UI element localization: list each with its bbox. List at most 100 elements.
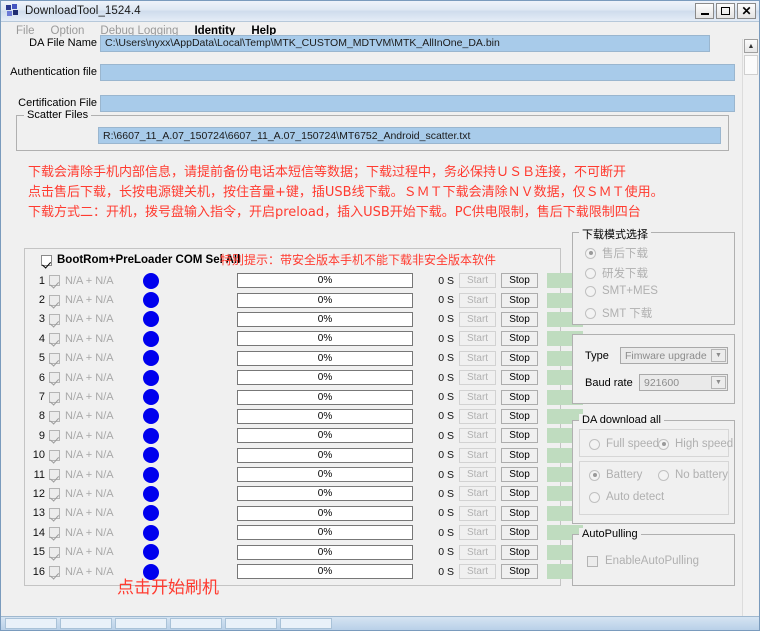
device-port-label: N/A + N/A xyxy=(65,468,114,481)
battery-radio-battery[interactable]: Battery xyxy=(589,469,642,481)
device-row-checkbox[interactable] xyxy=(49,313,60,325)
vertical-scrollbar[interactable]: ▲ xyxy=(742,39,758,619)
device-row-checkbox[interactable] xyxy=(49,391,60,403)
mode-radio-smt[interactable]: SMT 下载 xyxy=(585,305,652,321)
type-select[interactable]: Fimware upgrade ▼ xyxy=(620,347,728,364)
device-elapsed-time: 0 S xyxy=(438,565,454,578)
device-start-button[interactable]: Start xyxy=(459,486,496,502)
speed-radio-high[interactable]: High speed xyxy=(658,438,733,450)
device-stop-button[interactable]: Stop xyxy=(501,505,538,521)
device-list-panel: BootRom+PreLoader COM Sel All 特别提示：带安全版本… xyxy=(24,248,583,598)
mode-radio-rnd[interactable]: 研发下载 xyxy=(585,265,648,281)
device-row-checkbox[interactable] xyxy=(49,546,60,558)
cert-file-input[interactable] xyxy=(100,94,735,112)
device-row: 15 N/A + N/A 0% 0 S Start Stop xyxy=(25,542,583,561)
taskbar-item[interactable] xyxy=(170,618,222,629)
taskbar-item[interactable] xyxy=(60,618,112,629)
device-stop-button[interactable]: Stop xyxy=(501,331,538,347)
device-row-checkbox[interactable] xyxy=(49,488,60,500)
download-mode-legend: 下载模式选择 xyxy=(579,226,651,242)
battery-radio-auto-detect[interactable]: Auto detect xyxy=(589,491,664,503)
device-stop-button[interactable]: Stop xyxy=(501,311,538,327)
device-start-button[interactable]: Start xyxy=(459,428,496,444)
speed-radio-full[interactable]: Full speed xyxy=(589,438,659,450)
device-stop-button[interactable]: Stop xyxy=(501,408,538,424)
select-all-checkbox[interactable] xyxy=(41,254,52,266)
device-start-button[interactable]: Start xyxy=(459,311,496,327)
device-start-button[interactable]: Start xyxy=(459,564,496,580)
device-start-button[interactable]: Start xyxy=(459,408,496,424)
device-stop-button[interactable]: Stop xyxy=(501,544,538,560)
device-stop-button[interactable]: Stop xyxy=(501,467,538,483)
mode-radio-after-sales[interactable]: 售后下载 xyxy=(585,245,648,261)
baud-rate-select[interactable]: 921600 ▼ xyxy=(639,374,728,391)
device-row-checkbox[interactable] xyxy=(49,449,60,461)
taskbar-item[interactable] xyxy=(5,618,57,629)
taskbar-item[interactable] xyxy=(225,618,277,629)
device-start-button[interactable]: Start xyxy=(459,350,496,366)
device-row-checkbox[interactable] xyxy=(49,410,60,422)
device-stop-button[interactable]: Stop xyxy=(501,350,538,366)
scatter-file-input[interactable]: R:\6607_11_A.07_150724\6607_11_A.07_1507… xyxy=(98,127,721,144)
device-stop-button[interactable]: Stop xyxy=(501,486,538,502)
device-stop-button[interactable]: Stop xyxy=(501,564,538,580)
device-row-checkbox[interactable] xyxy=(49,527,60,539)
device-status-dot xyxy=(143,505,159,522)
device-row-checkbox[interactable] xyxy=(49,507,60,519)
taskbar-item[interactable] xyxy=(280,618,332,629)
device-row-number: 12 xyxy=(32,487,45,500)
enable-autopulling-row[interactable]: EnableAutoPulling xyxy=(587,555,699,567)
device-row-checkbox[interactable] xyxy=(49,566,60,578)
device-start-button[interactable]: Start xyxy=(459,467,496,483)
device-start-button[interactable]: Start xyxy=(459,447,496,463)
device-row-checkbox[interactable] xyxy=(49,430,60,442)
device-stop-button[interactable]: Stop xyxy=(501,428,538,444)
device-row-checkbox[interactable] xyxy=(49,372,60,384)
device-start-button[interactable]: Start xyxy=(459,273,496,289)
battery-radio-no-battery[interactable]: No battery xyxy=(658,469,728,481)
device-start-button[interactable]: Start xyxy=(459,370,496,386)
device-start-button[interactable]: Start xyxy=(459,544,496,560)
da-file-row: DA File Name C:\Users\nyxx\AppData\Local… xyxy=(2,33,710,53)
device-start-button[interactable]: Start xyxy=(459,331,496,347)
device-start-button[interactable]: Start xyxy=(459,389,496,405)
device-status-dot xyxy=(143,427,159,444)
download-mode-group: 下载模式选择 售后下载 研发下载 SMT+MES SMT 下载 xyxy=(572,226,735,325)
minimize-button[interactable] xyxy=(695,3,714,19)
device-row-checkbox[interactable] xyxy=(49,333,60,345)
scroll-up-arrow-icon[interactable]: ▲ xyxy=(744,39,758,53)
mode-label: 研发下载 xyxy=(602,268,648,280)
taskbar-item[interactable] xyxy=(115,618,167,629)
device-row-number: 2 xyxy=(38,294,45,307)
device-stop-button[interactable]: Stop xyxy=(501,389,538,405)
auth-file-input[interactable] xyxy=(100,63,735,81)
device-stop-button[interactable]: Stop xyxy=(501,292,538,308)
device-status-dot xyxy=(143,389,159,406)
device-stop-button[interactable]: Stop xyxy=(501,525,538,541)
device-row-checkbox[interactable] xyxy=(49,469,60,481)
device-row-checkbox[interactable] xyxy=(49,352,60,364)
device-start-button[interactable]: Start xyxy=(459,525,496,541)
select-all-row[interactable]: BootRom+PreLoader COM Sel All xyxy=(41,254,240,266)
warning-line-1: 下载会清除手机内部信息，请提前备份电话本短信等数据；下载过程中，务必保持ＵＳＢ连… xyxy=(28,165,627,180)
close-button[interactable]: ✕ xyxy=(737,3,756,19)
maximize-button[interactable] xyxy=(716,3,735,19)
device-stop-button[interactable]: Stop xyxy=(501,447,538,463)
device-start-button[interactable]: Start xyxy=(459,292,496,308)
chevron-down-icon[interactable]: ▼ xyxy=(711,376,726,389)
device-stop-button[interactable]: Stop xyxy=(501,370,538,386)
mode-radio-smt-mes[interactable]: SMT+MES xyxy=(585,285,658,297)
enable-autopulling-checkbox[interactable] xyxy=(587,555,598,567)
da-file-input[interactable]: C:\Users\nyxx\AppData\Local\Temp\MTK_CUS… xyxy=(100,34,710,52)
device-row-number: 11 xyxy=(33,468,45,481)
device-progress-bar: 0% xyxy=(237,370,413,386)
scrollbar-thumb[interactable] xyxy=(744,55,758,75)
device-progress-bar: 0% xyxy=(237,273,413,289)
device-row-checkbox[interactable] xyxy=(49,275,60,287)
device-stop-button[interactable]: Stop xyxy=(501,273,538,289)
chevron-down-icon[interactable]: ▼ xyxy=(711,349,726,362)
device-start-button[interactable]: Start xyxy=(459,505,496,521)
device-row-number: 1 xyxy=(38,274,45,287)
device-row: 16 N/A + N/A 0% 0 S Start Stop xyxy=(25,562,583,581)
device-row-checkbox[interactable] xyxy=(49,294,60,306)
